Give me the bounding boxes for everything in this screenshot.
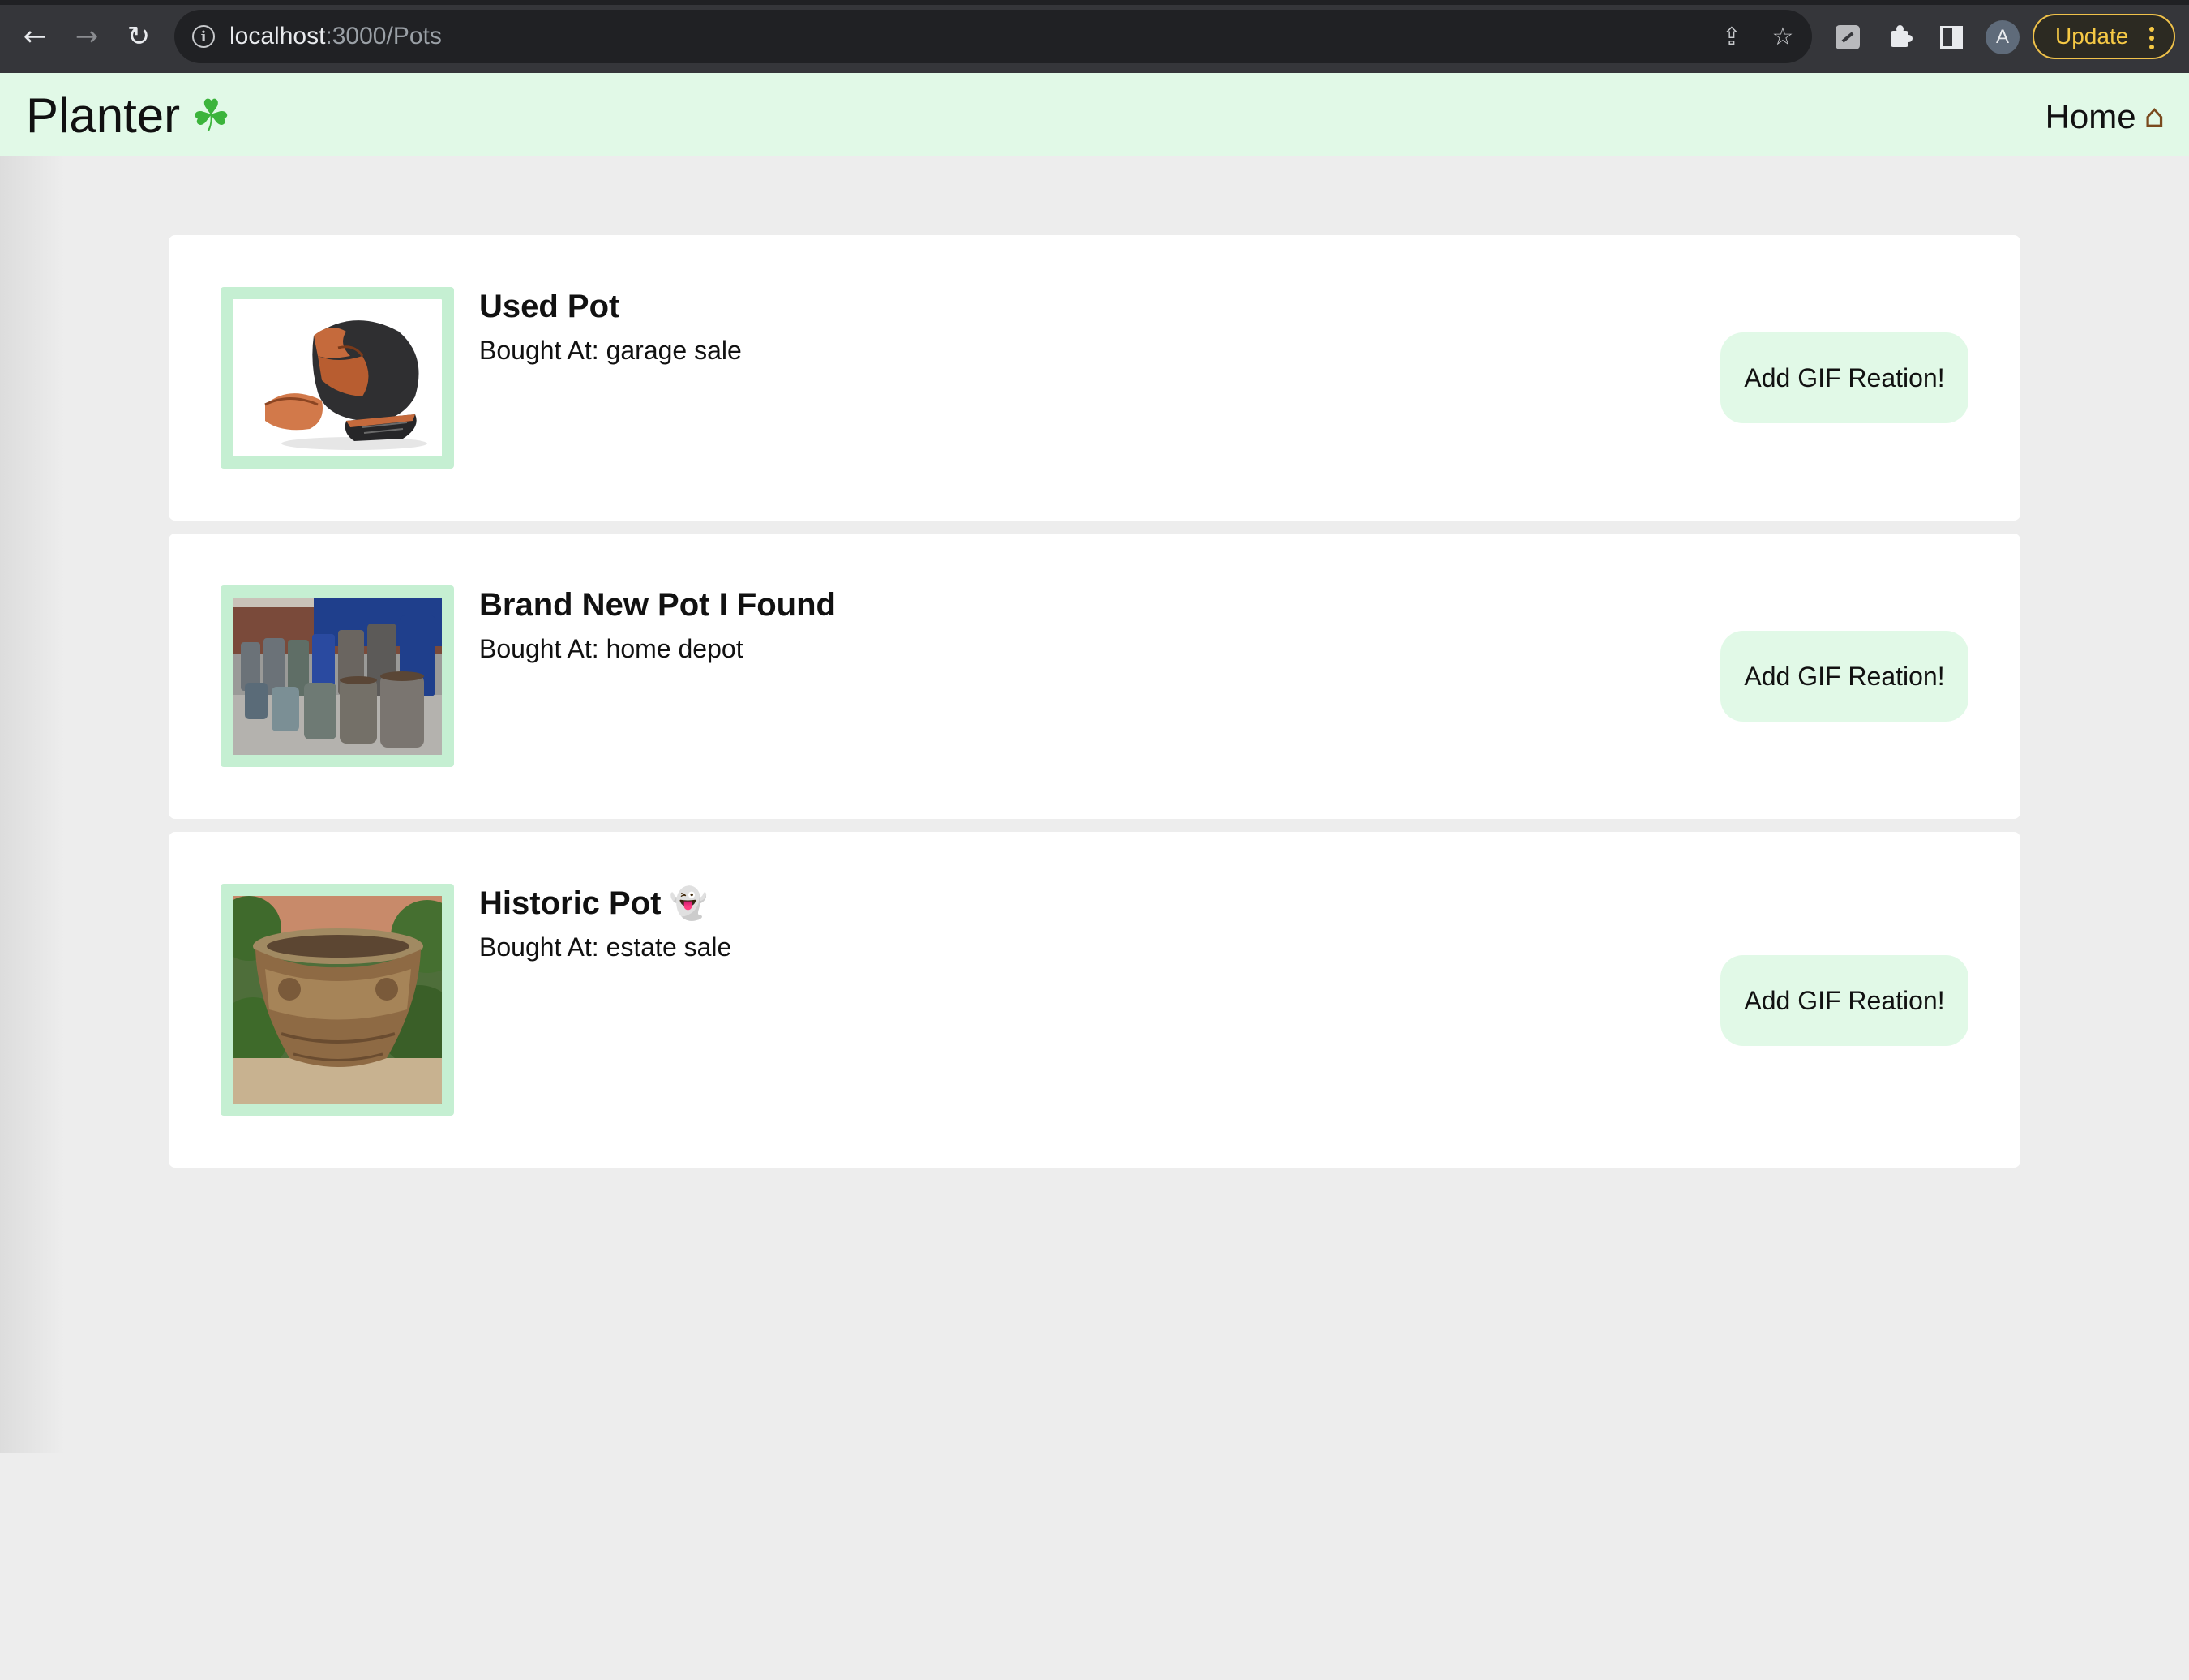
pot-card: Historic Pot 👻 Bought At: estate sale Ad… <box>169 832 2020 1168</box>
ghost-icon: 👻 <box>669 885 708 921</box>
pot-title: Brand New Pot I Found <box>479 587 836 624</box>
home-link[interactable]: Home ⌂ <box>2045 97 2165 136</box>
browser-toolbar: ← → ↻ i localhost:3000/Pots ⇪ ☆ A Update <box>0 0 2189 73</box>
home-label: Home <box>2045 97 2136 135</box>
pot-bought-at: Bought At: garage sale <box>479 336 742 365</box>
pot-bought-at: Bought At: home depot <box>479 634 743 663</box>
pot-card: Brand New Pot I Found Bought At: home de… <box>169 534 2020 819</box>
pot-image-frame <box>221 884 454 1116</box>
pot-title: Used Pot <box>479 289 619 325</box>
update-button[interactable]: Update <box>2033 14 2175 59</box>
url-host: localhost <box>229 23 326 49</box>
brand-name: Planter <box>26 88 181 143</box>
app-header: Planter ☘ Home ⌂ <box>0 73 2189 156</box>
clover-icon: ☘ <box>191 90 231 141</box>
back-icon[interactable]: ← <box>16 18 54 55</box>
left-edge-shadow <box>0 156 65 1453</box>
forward-icon[interactable]: → <box>68 18 105 55</box>
add-gif-reaction-button[interactable]: Add GIF Reation! <box>1720 631 1968 722</box>
pot-title-text: Historic Pot <box>479 885 662 921</box>
update-label: Update <box>2055 24 2129 49</box>
pot-image-frame <box>221 585 454 767</box>
pot-image <box>233 598 442 755</box>
bookmark-star-icon[interactable]: ☆ <box>1764 18 1801 55</box>
add-gif-reaction-button[interactable]: Add GIF Reation! <box>1720 332 1968 423</box>
side-panel-icon[interactable] <box>1940 26 1963 49</box>
reload-icon[interactable]: ↻ <box>120 18 157 55</box>
pot-image <box>233 896 442 1104</box>
extension-icon[interactable] <box>1836 25 1860 49</box>
house-icon: ⌂ <box>2144 98 2165 135</box>
add-gif-reaction-button[interactable]: Add GIF Reation! <box>1720 955 1968 1046</box>
pot-image <box>233 299 442 456</box>
url-path: :3000/Pots <box>325 23 442 49</box>
kebab-menu-icon <box>2149 27 2154 49</box>
url-text[interactable]: localhost:3000/Pots <box>229 23 442 50</box>
pot-image-frame <box>221 287 454 469</box>
extensions-puzzle-icon[interactable] <box>1887 24 1913 49</box>
pot-title-text: Brand New Pot I Found <box>479 587 836 623</box>
profile-avatar[interactable]: A <box>1986 20 2020 54</box>
tab-strip <box>0 0 2189 5</box>
pot-bought-at: Bought At: estate sale <box>479 932 732 962</box>
share-icon[interactable]: ⇪ <box>1713 18 1750 55</box>
site-info-icon[interactable]: i <box>192 25 215 48</box>
pot-title-text: Used Pot <box>479 289 620 324</box>
brand-logo[interactable]: Planter ☘ <box>26 88 231 144</box>
pot-card: Used Pot Bought At: garage sale Add GIF … <box>169 235 2020 521</box>
pot-title: Historic Pot 👻 <box>479 885 708 922</box>
